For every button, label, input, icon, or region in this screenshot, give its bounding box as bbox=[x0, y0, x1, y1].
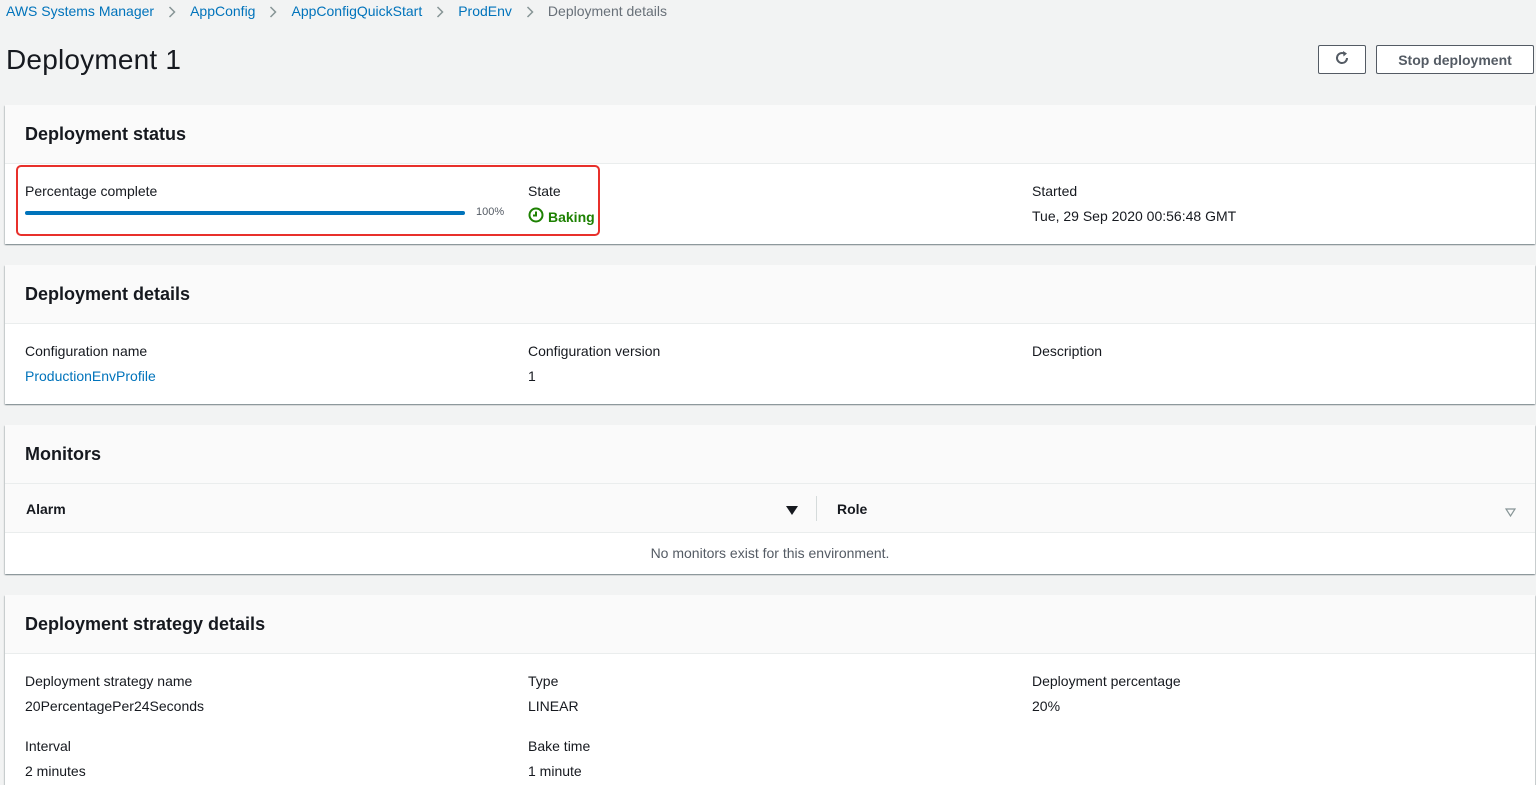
panel-title: Deployment status bbox=[25, 123, 187, 144]
deployment-details-panel: Deployment details Configuration name Pr… bbox=[5, 265, 1535, 404]
panel-header: Deployment details bbox=[5, 265, 1535, 324]
breadcrumb-systems-manager[interactable]: AWS Systems Manager bbox=[6, 3, 154, 19]
monitors-panel: Monitors Alarm Role No monitors exist fo… bbox=[5, 425, 1535, 574]
sort-descending-icon[interactable] bbox=[786, 503, 798, 519]
configuration-name-link[interactable]: ProductionEnvProfile bbox=[25, 367, 156, 385]
chevron-right-icon bbox=[512, 3, 548, 19]
panel-header: Deployment strategy details bbox=[5, 595, 1535, 654]
strategy-name-value: 20PercentagePer24Seconds bbox=[25, 698, 205, 714]
highlight-annotation bbox=[16, 165, 600, 236]
panel-title: Monitors bbox=[25, 443, 101, 464]
empty-state-text: No monitors exist for this environment. bbox=[650, 545, 890, 561]
chevron-right-icon bbox=[255, 3, 291, 19]
breadcrumb-environment[interactable]: ProdEnv bbox=[458, 3, 512, 19]
description-label: Description bbox=[1032, 343, 1103, 359]
configuration-version-value: 1 bbox=[528, 368, 536, 384]
breadcrumb-application[interactable]: AppConfigQuickStart bbox=[291, 3, 422, 19]
sort-icon[interactable] bbox=[1504, 504, 1517, 520]
deployment-percentage-label: Deployment percentage bbox=[1032, 673, 1181, 689]
refresh-icon bbox=[1334, 50, 1350, 69]
refresh-button[interactable] bbox=[1318, 45, 1366, 74]
deployment-strategy-panel: Deployment strategy details Deployment s… bbox=[5, 595, 1535, 785]
chevron-right-icon bbox=[154, 3, 190, 19]
breadcrumb-appconfig[interactable]: AppConfig bbox=[190, 3, 255, 19]
panel-title: Deployment strategy details bbox=[25, 613, 266, 634]
interval-label: Interval bbox=[25, 738, 71, 754]
column-header-label: Role bbox=[837, 500, 868, 517]
column-header-label: Alarm bbox=[26, 500, 66, 517]
started-label: Started bbox=[1032, 183, 1078, 199]
bake-time-label: Bake time bbox=[528, 738, 591, 754]
type-label: Type bbox=[528, 673, 559, 689]
table-header: Alarm Role bbox=[5, 484, 1535, 533]
strategy-name-label: Deployment strategy name bbox=[25, 673, 193, 689]
interval-value: 2 minutes bbox=[25, 763, 86, 779]
panel-header: Deployment status bbox=[5, 105, 1535, 164]
configuration-name-label: Configuration name bbox=[25, 343, 148, 359]
breadcrumb-current: Deployment details bbox=[547, 3, 667, 19]
deployment-percentage-value: 20% bbox=[1032, 698, 1061, 714]
column-header-alarm[interactable]: Alarm bbox=[26, 484, 66, 533]
configuration-version-label: Configuration version bbox=[528, 343, 661, 359]
started-value: Tue, 29 Sep 2020 00:56:48 GMT bbox=[1032, 208, 1237, 224]
column-divider bbox=[816, 496, 817, 521]
type-value: LINEAR bbox=[528, 698, 579, 714]
bake-time-value: 1 minute bbox=[528, 763, 582, 779]
stop-deployment-button[interactable]: Stop deployment bbox=[1376, 45, 1534, 74]
chevron-right-icon bbox=[422, 3, 458, 19]
column-header-role[interactable]: Role bbox=[837, 484, 867, 533]
breadcrumb: AWS Systems Manager AppConfig AppConfigQ… bbox=[6, 2, 667, 20]
panel-title: Deployment details bbox=[25, 283, 191, 304]
panel-header: Monitors bbox=[5, 425, 1535, 484]
page-title: Deployment 1 bbox=[6, 44, 182, 75]
